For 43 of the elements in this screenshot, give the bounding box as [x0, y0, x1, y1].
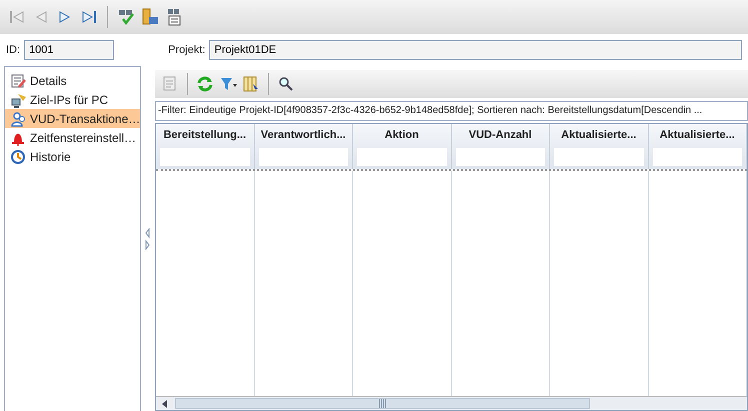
column-header[interactable]: Aktualisierte...	[554, 127, 644, 144]
computer-icon	[10, 92, 26, 108]
columns-button[interactable]	[242, 75, 260, 93]
clock-icon	[10, 148, 26, 164]
filter-field[interactable]	[456, 148, 545, 166]
sidebar-label: VUD-Transaktione…	[30, 110, 140, 128]
column-header[interactable]: Aktualisierte...	[652, 127, 742, 144]
document-button[interactable]	[141, 8, 159, 26]
project-label: Projekt:	[168, 42, 206, 58]
filter-field[interactable]	[160, 148, 250, 166]
column-header[interactable]: Bereitstellung...	[160, 127, 250, 144]
splitter-icon[interactable]	[145, 228, 150, 250]
filter-field[interactable]	[357, 148, 446, 166]
column-header[interactable]: Verantwortlich...	[258, 127, 348, 144]
sidebar-item[interactable]: Zeitfenstereinstell…	[5, 128, 140, 147]
list-button[interactable]	[165, 8, 183, 26]
search-button[interactable]	[277, 75, 295, 93]
filter-button[interactable]	[219, 75, 237, 93]
sidebar-label: Ziel-IPs für PC	[30, 92, 108, 108]
spellcheck-button[interactable]	[117, 8, 135, 26]
scroll-thumb-grip-icon[interactable]	[379, 399, 386, 408]
sidebar-item[interactable]: VUD-Transaktione…	[5, 109, 140, 128]
sidebar-item[interactable]: Historie	[5, 147, 140, 166]
id-field[interactable]: 1001	[24, 40, 114, 60]
id-label: ID:	[6, 42, 20, 58]
document-edit-icon	[10, 72, 26, 88]
sidebar-item[interactable]: Ziel-IPs für PC	[5, 90, 140, 109]
filter-field[interactable]	[554, 148, 644, 166]
scroll-left-icon[interactable]	[162, 400, 167, 408]
sidebar-label: Details	[30, 72, 67, 90]
horizontal-scrollbar[interactable]	[156, 396, 747, 410]
column-header[interactable]: Aktion	[357, 127, 446, 144]
sidebar-item[interactable]: Details	[5, 71, 140, 90]
filter-field[interactable]	[652, 148, 742, 166]
project-field[interactable]: Projekt01DE	[209, 40, 742, 60]
filter-field[interactable]	[258, 148, 348, 166]
column-header[interactable]: VUD-Anzahl	[456, 127, 545, 144]
last-button[interactable]	[80, 8, 98, 26]
sidebar-label: Zeitfenstereinstell…	[30, 130, 136, 146]
filter-text: -Filter: Eindeutige Projekt-ID[4f908357-2f3c-4326-b652-9b148ed58fde]; Sortieren nach: Bereitstellungsdatum[Descendin ...	[155, 101, 748, 121]
refresh-button[interactable]	[196, 75, 214, 93]
sidebar-label: Historie	[30, 148, 71, 166]
people-icon	[10, 110, 26, 126]
